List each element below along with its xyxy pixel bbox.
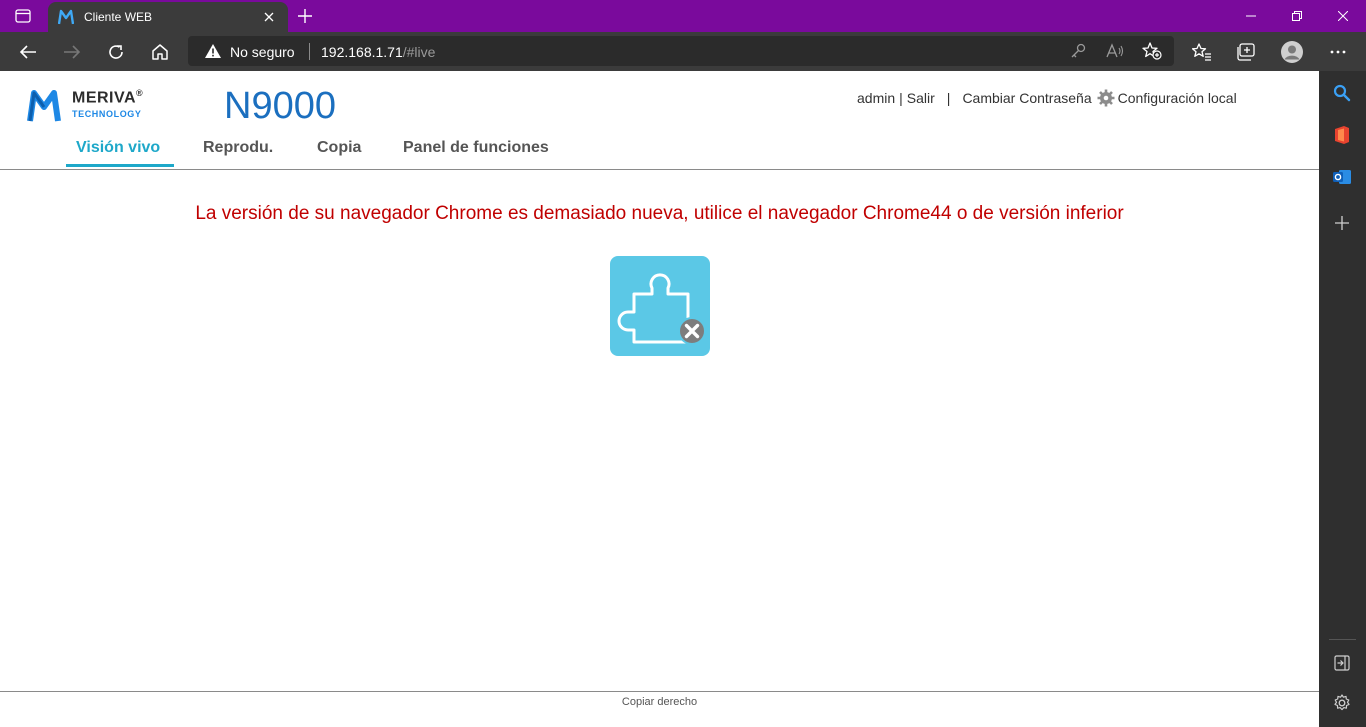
address-divider [309,43,310,60]
local-config-link[interactable]: Configuración local [1118,90,1237,106]
header-links: admin | Salir | Cambiar Contraseña Confi… [857,89,1237,107]
meriva-logo: MERIVA® TECHNOLOGY [24,85,164,129]
hide-sidebar-icon[interactable] [1326,647,1358,679]
nav-tab-backup[interactable]: Copia [317,139,361,157]
meriva-logo-icon [24,87,64,127]
web-page: MERIVA® TECHNOLOGY N9000 admin | Salir |… [0,71,1319,727]
address-bar[interactable]: No seguro 192.168.1.71/#live [188,36,1174,66]
search-icon[interactable] [1326,77,1358,109]
registered-mark: ® [136,88,144,98]
header-divider [0,169,1319,170]
tab-title: Cliente WEB [84,10,153,24]
home-icon[interactable] [144,36,176,68]
tab-actions-icon[interactable] [10,6,36,26]
plugin-missing-icon[interactable] [610,256,710,356]
nav-tab-playback[interactable]: Reprodu. [203,139,273,157]
browser-version-warning: La versión de su navegador Chrome es dem… [195,203,1124,224]
browser-sidebar [1319,71,1366,727]
favorites-icon[interactable] [1186,36,1218,68]
more-options-icon[interactable] [1322,36,1354,68]
separator: | [946,90,951,106]
brand-name: MERIVA® [72,88,143,107]
read-aloud-icon[interactable] [1106,43,1124,59]
separator: | [899,90,903,106]
url-path: /#live [402,44,436,60]
forward-icon [56,36,88,68]
warning-icon[interactable] [204,43,222,59]
browser-titlebar: Cliente WEB [0,0,1366,32]
office-icon[interactable] [1326,119,1358,151]
profile-avatar[interactable] [1276,36,1308,68]
browser-toolbar: No seguro 192.168.1.71/#live [0,32,1366,71]
nav-tab-function-panel[interactable]: Panel de funciones [403,139,549,157]
change-password-link[interactable]: Cambiar Contraseña [962,90,1091,106]
back-icon[interactable] [12,36,44,68]
user-name: admin [857,90,896,106]
url-text[interactable]: 192.168.1.71/#live [321,44,435,60]
brand-name-text: MERIVA [72,89,137,107]
device-model-title: N9000 [224,85,336,127]
refresh-icon[interactable] [100,36,132,68]
sidebar-settings-icon[interactable] [1326,687,1358,719]
footer-divider [0,691,1319,692]
url-host: 192.168.1.71 [321,44,403,60]
logout-link[interactable]: Salir [907,90,935,106]
restore-icon[interactable] [1274,0,1320,32]
gear-icon[interactable] [1097,89,1115,107]
minimize-icon[interactable] [1228,0,1274,32]
add-sidebar-app-icon[interactable] [1326,207,1358,239]
footer-copyright: Copiar derecho [621,696,698,708]
outlook-icon[interactable] [1326,161,1358,193]
security-label[interactable]: No seguro [230,44,295,60]
new-tab-icon[interactable] [294,6,316,26]
brand-subtitle: TECHNOLOGY [72,109,142,119]
close-tab-icon[interactable] [260,8,278,26]
nav-tab-live-view[interactable]: Visión vivo [76,139,160,157]
browser-tab[interactable]: Cliente WEB [48,2,288,32]
collections-icon[interactable] [1230,36,1262,68]
add-favorite-icon[interactable] [1142,42,1162,60]
key-icon[interactable] [1070,43,1086,59]
active-tab-indicator [66,164,174,167]
sidebar-divider [1329,639,1356,640]
close-window-icon[interactable] [1320,0,1366,32]
site-favicon-icon [58,9,74,25]
